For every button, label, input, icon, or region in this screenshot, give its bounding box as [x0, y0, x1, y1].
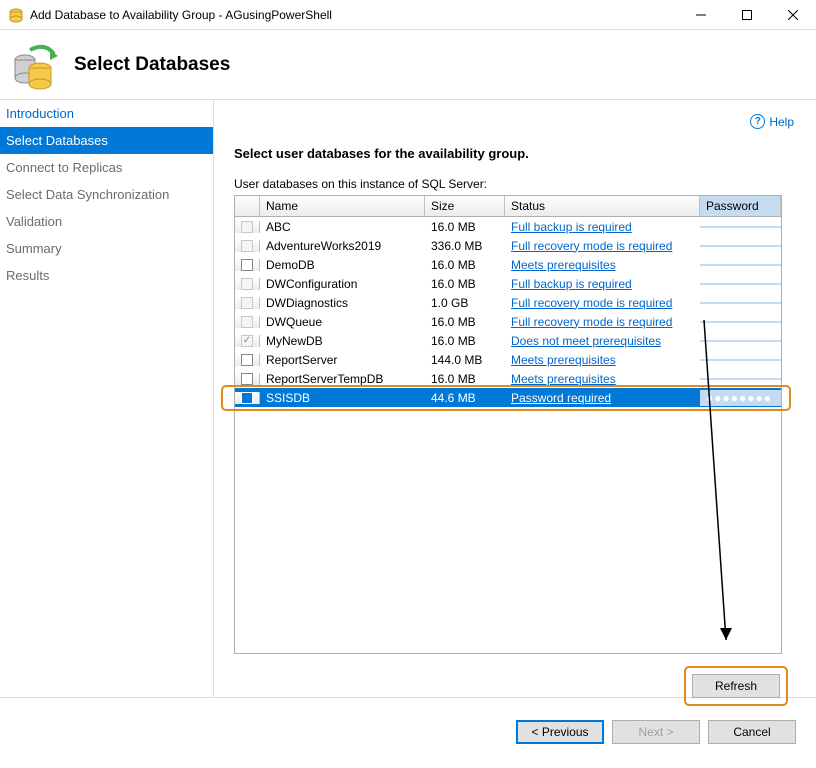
nav-summary[interactable]: Summary [0, 235, 213, 262]
col-name[interactable]: Name [260, 196, 425, 216]
row-password [700, 226, 781, 228]
row-status-link[interactable]: Full recovery mode is required [511, 239, 672, 253]
window-title: Add Database to Availability Group - AGu… [30, 8, 678, 22]
row-password [700, 245, 781, 247]
row-status-link[interactable]: Meets prerequisites [511, 372, 616, 386]
nav-intro[interactable]: Introduction [0, 100, 213, 127]
row-password [700, 340, 781, 342]
table-row[interactable]: DemoDB16.0 MB Meets prerequisites [235, 255, 781, 274]
row-name: SSISDB [260, 390, 425, 406]
row-name: DemoDB [260, 257, 425, 273]
row-name: ReportServerTempDB [260, 371, 425, 387]
row-password [700, 378, 781, 380]
row-size: 44.6 MB [425, 390, 505, 406]
row-size: 16.0 MB [425, 257, 505, 273]
row-status-link[interactable]: Password required [511, 391, 611, 405]
row-status-link[interactable]: Meets prerequisites [511, 258, 616, 272]
row-status-link[interactable]: Full recovery mode is required [511, 315, 672, 329]
row-status-link[interactable]: Meets prerequisites [511, 353, 616, 367]
section-title: Select user databases for the availabili… [234, 146, 802, 161]
table-row[interactable]: ABC16.0 MB Full backup is required [235, 217, 781, 236]
row-name: DWConfiguration [260, 276, 425, 292]
row-size: 1.0 GB [425, 295, 505, 311]
help-link[interactable]: ? Help [750, 114, 794, 129]
previous-button[interactable]: < Previous [516, 720, 604, 744]
row-checkbox [241, 316, 253, 328]
row-checkbox [241, 297, 253, 309]
row-size: 16.0 MB [425, 371, 505, 387]
row-status-link[interactable]: Does not meet prerequisites [511, 334, 661, 348]
table-row[interactable]: ReportServerTempDB16.0 MB Meets prerequis… [235, 369, 781, 388]
row-name: DWDiagnostics [260, 295, 425, 311]
nav-results[interactable]: Results [0, 262, 213, 289]
row-name: AdventureWorks2019 [260, 238, 425, 254]
grid-body: ABC16.0 MBFull backup is requiredAdventu… [235, 217, 781, 653]
col-size[interactable]: Size [425, 196, 505, 216]
title-bar: Add Database to Availability Group - AGu… [0, 0, 816, 30]
row-password [700, 359, 781, 361]
row-size: 16.0 MB [425, 333, 505, 349]
row-password [700, 321, 781, 323]
nav-select-db[interactable]: Select Databases [0, 127, 213, 154]
row-size: 336.0 MB [425, 238, 505, 254]
close-button[interactable] [770, 0, 816, 30]
table-row[interactable]: AdventureWorks2019336.0 MB Full recovery … [235, 236, 781, 255]
minimize-button[interactable] [678, 0, 724, 30]
row-checkbox[interactable] [241, 373, 253, 385]
help-icon: ? [750, 114, 765, 129]
row-password [700, 264, 781, 266]
grid-header: Name Size Status Password [235, 196, 781, 217]
row-status-link[interactable]: Full backup is required [511, 220, 632, 234]
row-checkbox [241, 278, 253, 290]
table-row[interactable]: ReportServer144.0 MB Meets prerequisites [235, 350, 781, 369]
row-size: 16.0 MB [425, 314, 505, 330]
col-status[interactable]: Status [505, 196, 700, 216]
row-name: DWQueue [260, 314, 425, 330]
row-checkbox [241, 240, 253, 252]
grid-caption: User databases on this instance of SQL S… [234, 177, 802, 191]
row-password [700, 283, 781, 285]
database-arrow-icon [10, 40, 60, 90]
row-size: 16.0 MB [425, 219, 505, 235]
row-status-link[interactable]: Full backup is required [511, 277, 632, 291]
wizard-nav: IntroductionSelect DatabasesConnect to R… [0, 100, 214, 697]
row-status-link[interactable]: Full recovery mode is required [511, 296, 672, 310]
row-name: ReportServer [260, 352, 425, 368]
table-row[interactable]: DWConfiguration16.0 MB Full backup is req… [235, 274, 781, 293]
col-password[interactable]: Password [700, 196, 781, 216]
row-checkbox[interactable] [241, 392, 253, 404]
row-password [700, 302, 781, 304]
database-grid: Name Size Status Password ABC16.0 MBFull… [234, 195, 782, 654]
next-button[interactable]: Next > [612, 720, 700, 744]
maximize-button[interactable] [724, 0, 770, 30]
refresh-button[interactable]: Refresh [692, 674, 780, 698]
wizard-header: Select Databases [0, 30, 816, 100]
row-name: ABC [260, 219, 425, 235]
app-icon [8, 7, 24, 23]
table-row[interactable]: SSISDB44.6 MB Password required ●●●●●●●● [235, 388, 781, 407]
annotation-highlight-refresh: Refresh [684, 666, 788, 706]
row-password[interactable]: ●●●●●●●● [700, 390, 781, 406]
nav-connect[interactable]: Connect to Replicas [0, 154, 213, 181]
row-size: 144.0 MB [425, 352, 505, 368]
row-checkbox[interactable] [241, 259, 253, 271]
table-row[interactable]: DWQueue16.0 MB Full recovery mode is requ… [235, 312, 781, 331]
row-name: MyNewDB [260, 333, 425, 349]
cancel-button[interactable]: Cancel [708, 720, 796, 744]
table-row[interactable]: MyNewDB16.0 MB Does not meet prerequisite… [235, 331, 781, 350]
nav-validation[interactable]: Validation [0, 208, 213, 235]
row-checkbox[interactable] [241, 354, 253, 366]
table-row[interactable]: DWDiagnostics1.0 GB Full recovery mode is… [235, 293, 781, 312]
main-panel: ? Help Select user databases for the ava… [214, 100, 816, 697]
row-checkbox [241, 335, 253, 347]
page-title: Select Databases [74, 54, 230, 76]
wizard-footer: < Previous Next > Cancel [0, 697, 816, 765]
nav-sync[interactable]: Select Data Synchronization [0, 181, 213, 208]
row-size: 16.0 MB [425, 276, 505, 292]
row-checkbox [241, 221, 253, 233]
